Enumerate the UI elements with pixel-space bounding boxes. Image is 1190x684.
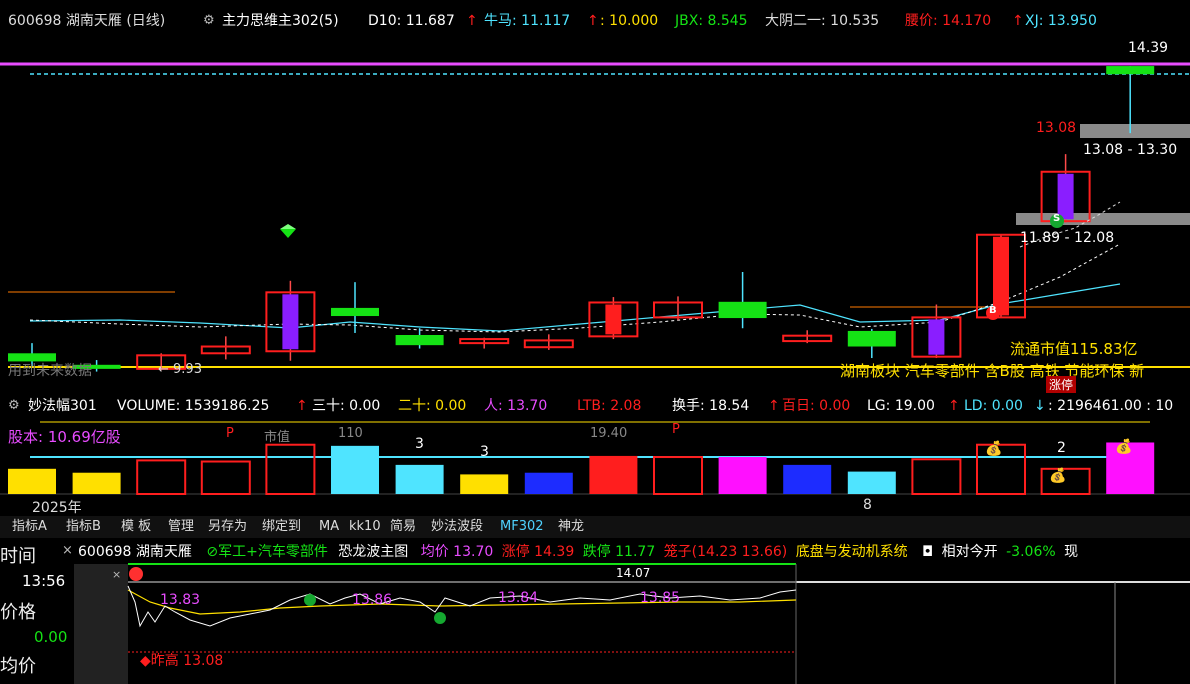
volume-svg: [0, 421, 1190, 496]
tab-manage[interactable]: 管理: [166, 518, 196, 536]
jbx-value: JBX: 8.545: [675, 13, 748, 29]
future-data-label: 用到未来数据: [8, 363, 92, 379]
candle-inner-bar: [605, 304, 622, 335]
ma-line-dashed: [29, 243, 1121, 333]
limit-up-badge: 涨停: [1046, 376, 1077, 393]
tab-ma[interactable]: MA: [317, 518, 341, 536]
intraday-panel: 时间 × 13:56 价格 0.00 均价 600698 湖南天雁 ⊘军工+汽车…: [0, 540, 1190, 684]
volume-bar: [911, 458, 962, 495]
niuma-value: 牛马: 11.117: [484, 13, 571, 29]
volume-bar: [718, 457, 767, 494]
count-3-label-2: 3: [480, 444, 489, 460]
intraday-avg-line: [127, 589, 797, 615]
intraday-price-3: 13.84: [498, 590, 539, 606]
value-110-label: 110: [338, 426, 363, 441]
tab-template[interactable]: 模 板: [119, 518, 153, 536]
candle-inner-bar: [928, 319, 945, 355]
b-badge-text: B: [989, 305, 997, 316]
sector-label: 湖南板块 汽车零部件 含B股 高铁 节能环保 新: [840, 362, 1145, 380]
volume-bar: [524, 472, 573, 494]
market-value-label: 流通市值115.83亿: [1010, 340, 1138, 358]
yesterday-high-label: ◆昨高 13.08: [140, 653, 224, 669]
candle-body: [395, 335, 444, 346]
p-marker: P: [226, 426, 234, 441]
volume-bar: [653, 456, 703, 495]
candle-inner-bar: [993, 236, 1009, 316]
volume-bar: [395, 464, 444, 494]
alert-icon: [129, 567, 143, 581]
box-label-2: 11.89 - 12.08: [1020, 230, 1115, 246]
low-price-label: ← 9.93: [158, 362, 202, 377]
volume-bars-group: [8, 442, 1155, 496]
count-3-label: 3: [415, 436, 424, 452]
money-bag-icon: 💰: [1049, 468, 1067, 484]
value-1940-label: 19.40: [590, 426, 628, 441]
intraday-price-4: 13.85: [640, 590, 681, 606]
d10-value: D10: 11.687: [368, 13, 455, 29]
up-arrow-icon: ↑: [1012, 13, 1024, 29]
settings-icon[interactable]: ⚙: [203, 10, 215, 32]
volume-bar: [265, 443, 316, 495]
volume-bar: [8, 468, 56, 494]
indicator-header: 600698 湖南天雁 (日线) ⚙ 主力思维主302(5) D10: 11.6…: [0, 10, 1190, 32]
volume-bar: [589, 455, 638, 494]
tab-shenlong[interactable]: 神龙: [556, 518, 586, 536]
indicator-name[interactable]: 主力思维主302(5): [222, 10, 339, 32]
shizhi-label: 市值: [264, 430, 291, 445]
price-top-label: 14.39: [1128, 40, 1169, 56]
candle-body: [718, 301, 767, 319]
gray-zone-upper: [1080, 124, 1190, 138]
count-2-label: 2: [1057, 440, 1066, 456]
tab-indicator-b[interactable]: 指标B: [64, 518, 103, 536]
p-marker-2: P: [672, 422, 680, 437]
volume-bar: [72, 472, 121, 494]
diamond-top-icon: [280, 224, 296, 229]
tab-save-as[interactable]: 另存为: [206, 518, 249, 536]
indicator-tab-bar: 指标A 指标B 模 板 管理 另存为 绑定到 MA kk10 简易 妙法波段 M…: [0, 516, 1190, 538]
tab-indicator-a[interactable]: 指标A: [10, 518, 49, 536]
candlestick-chart[interactable]: 14.39 13.08 - 13.30 11.89 - 12.08 13.08 …: [0, 32, 1190, 396]
up-arrow-icon: ↑: [587, 13, 599, 29]
box-label-1: 13.08 - 13.30: [1083, 142, 1178, 158]
dayin-value: 大阴二一: 10.535: [765, 13, 880, 29]
s-badge-icon: [434, 612, 446, 624]
tab-bind-to[interactable]: 绑定到: [260, 518, 303, 536]
count-8-label: 8: [863, 497, 872, 513]
s-badge-text: S: [1053, 213, 1061, 224]
year-label: 2025年: [32, 500, 82, 516]
volume-bar: [200, 460, 251, 495]
candle-body: [331, 307, 379, 317]
yaojia-value: 腰价: 14.170: [905, 13, 992, 29]
price-1308-label: 13.08: [1036, 120, 1077, 136]
close-icon[interactable]: ×: [112, 568, 121, 581]
stock-code-name: 600698 湖南天雁 (日线): [8, 13, 166, 29]
money-bag-icon: 💰: [985, 441, 1003, 457]
volume-bar: [460, 474, 509, 494]
tab-miaofa-wave[interactable]: 妙法波段: [429, 518, 485, 536]
candle-inner-bar: [282, 294, 299, 350]
volume-bar: [136, 459, 187, 495]
tab-mf302[interactable]: MF302: [498, 518, 546, 536]
share-capital-label: 股本: 10.69亿股: [8, 428, 121, 446]
tab-simple[interactable]: 简易: [388, 518, 418, 536]
intraday-price-2: 13.86: [352, 592, 393, 608]
candle-body: [1106, 66, 1155, 75]
s-badge-icon: [304, 594, 316, 606]
up-arrow-icon: ↑: [466, 13, 478, 29]
ten-value: : 10.000: [600, 13, 659, 29]
volume-bar: [783, 464, 832, 494]
diamond-icon: [280, 229, 296, 238]
volume-bar: [331, 445, 379, 494]
intraday-price-1: 13.83: [160, 592, 201, 608]
volume-chart[interactable]: ⚙ 妙法幅301 VOLUME: 1539186.25 ↑ 三十: 0.00 二…: [0, 396, 1190, 516]
xj-value: XJ: 13.950: [1025, 13, 1097, 29]
intraday-high-mark: 14.07: [616, 566, 651, 580]
tab-kk10[interactable]: kk10: [347, 518, 383, 536]
candle-body: [847, 330, 896, 347]
volume-bar: [847, 471, 896, 494]
money-bag-icon: 💰: [1115, 439, 1133, 455]
